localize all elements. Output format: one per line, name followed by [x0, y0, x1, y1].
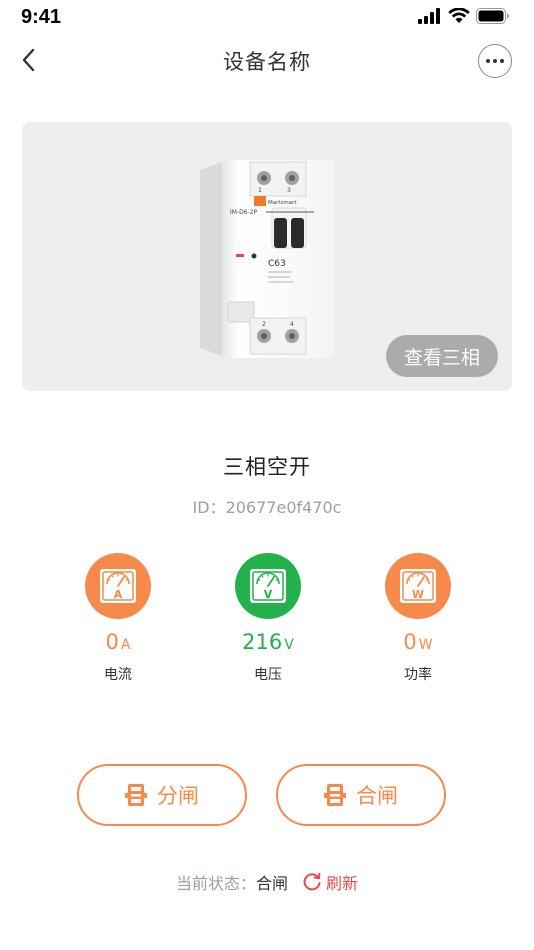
- svg-text:W: W: [412, 588, 424, 601]
- refresh-button[interactable]: 刷新: [302, 870, 358, 894]
- signal-icon: [418, 8, 440, 24]
- meter-unit: W: [418, 637, 433, 653]
- meter-v: V 216 V 电压: [208, 553, 328, 684]
- breaker-brand: Martsmart: [268, 200, 297, 206]
- status-value: 合闸: [255, 874, 288, 893]
- meter-unit: A: [120, 637, 131, 653]
- more-button[interactable]: [478, 44, 512, 78]
- meter-label: 电压: [254, 667, 282, 683]
- voltmeter-icon: V: [235, 553, 301, 619]
- device-name: 三相空开: [223, 455, 311, 479]
- meter-number: 0: [403, 630, 417, 654]
- current-status: 当前状态： 合闸 刷新: [0, 870, 534, 894]
- meter-number: 216: [242, 630, 283, 654]
- view-three-phase-button[interactable]: 查看三相: [385, 335, 498, 377]
- more-icon-dot: [500, 59, 504, 63]
- meter-label: 功率: [404, 667, 432, 683]
- close-switch-label: 合闸: [356, 784, 398, 808]
- meter-value: 0A: [58, 629, 178, 658]
- svg-text:2: 2: [262, 321, 266, 328]
- svg-text:3: 3: [287, 187, 291, 194]
- meter-label: 电流: [104, 667, 132, 683]
- svg-text:1: 1: [258, 187, 262, 194]
- breaker-model: IM-D6-2P: [230, 209, 258, 216]
- open-switch-button[interactable]: 分闸: [77, 764, 247, 826]
- status-time: 9:41: [21, 6, 62, 28]
- meter-unit: V: [284, 637, 294, 653]
- meter-value: 216 V: [208, 629, 328, 658]
- refresh-label: 刷新: [326, 874, 359, 893]
- breaker-switch-icon: [125, 784, 147, 806]
- meter-w: W 0 W 功率: [358, 553, 478, 684]
- meter-number: 0: [105, 630, 119, 654]
- status-bar: 9:41: [0, 0, 534, 36]
- meter-a: A 0 A 电流: [58, 553, 178, 684]
- more-icon-dot: [493, 59, 497, 63]
- breaker-switch-icon: [324, 784, 346, 806]
- open-switch-label: 分闸: [157, 784, 199, 808]
- svg-text:V: V: [264, 588, 273, 601]
- ammeter-icon: A: [85, 553, 151, 619]
- svg-text:A: A: [114, 588, 123, 601]
- close-switch-button[interactable]: 合闸: [276, 764, 446, 826]
- refresh-icon: [303, 872, 321, 891]
- device-image-card: 1 3 Martsmart IM-D6-2P C63 2 4 查看三相: [22, 122, 512, 391]
- device-id: ID：20677e0f470c: [192, 498, 342, 517]
- battery-icon: [476, 8, 509, 24]
- breaker-rating: C63: [268, 259, 286, 269]
- meter-value: 0W: [358, 629, 478, 658]
- nav-bar: 设备名称: [0, 36, 534, 86]
- wifi-icon: [448, 8, 470, 23]
- page-title: 设备名称: [223, 50, 311, 74]
- more-icon: [486, 59, 490, 63]
- circuit-breaker-image: 1 3 Martsmart IM-D6-2P C63 2 4: [200, 160, 334, 358]
- svg-text:4: 4: [290, 321, 294, 328]
- status-icons: [418, 7, 510, 25]
- status-label: 当前状态：: [175, 874, 256, 893]
- wattmeter-icon: W: [385, 553, 451, 619]
